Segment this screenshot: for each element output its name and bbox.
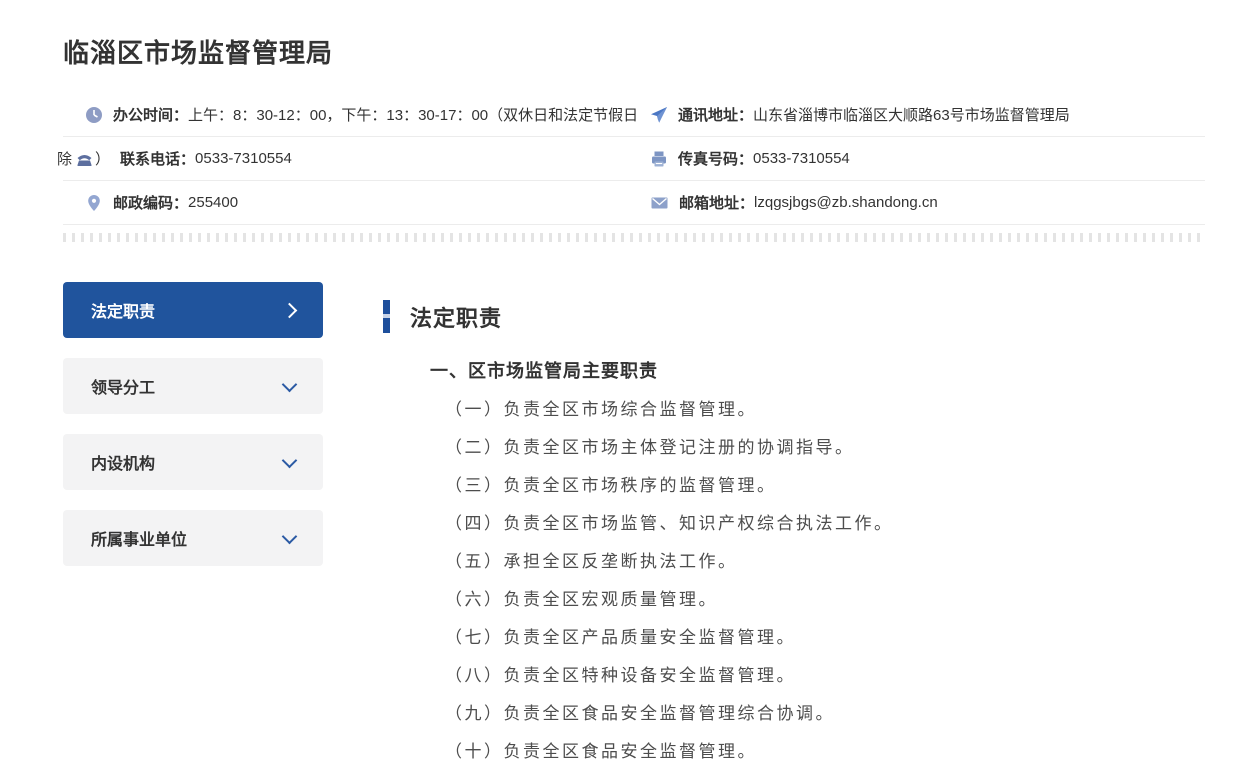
page-title: 临淄区市场监督管理局 <box>63 38 334 69</box>
chevron-down-icon <box>281 528 298 545</box>
phone-icon <box>75 150 94 168</box>
duty-item: （一）负责全区市场综合监督管理。 <box>445 399 757 419</box>
section-subtitle: 一、区市场监管局主要职责 <box>430 360 658 381</box>
duty-item: （七）负责全区产品质量安全监督管理。 <box>445 627 796 647</box>
contact-info-panel: 办公时间： 上午：8：30-12：00，下午：13：30-17：00（双休日和法… <box>57 93 1205 226</box>
sidebar-item-label: 法定职责 <box>91 304 156 322</box>
chevron-right-icon <box>281 302 298 319</box>
email-label: 邮箱地址： <box>679 195 755 213</box>
info-row-office-hours: 办公时间： 上午：8：30-12：00，下午：13：30-17：00（双休日和法… <box>63 93 650 138</box>
info-row-phone: 除 ） 联系电话： 0533-7310554 <box>57 137 650 182</box>
duty-item: （十）负责全区食品安全监督管理。 <box>445 741 757 761</box>
heading-accent-bar <box>383 300 390 334</box>
office-hours-overflow-text: 除 <box>57 151 73 169</box>
section-title: 法定职责 <box>410 305 503 331</box>
email-value: lzqgsjbgs@zb.shandong.cn <box>754 194 938 212</box>
info-row-postal-code: 邮政编码： 255400 <box>63 181 650 226</box>
chevron-down-icon <box>281 452 298 469</box>
info-row-fax: 传真号码： 0533-7310554 <box>650 137 1205 182</box>
address-value: 山东省淄博市临淄区大顺路63号市场监督管理局 <box>753 107 1070 125</box>
duty-item: （三）负责全区市场秩序的监督管理。 <box>445 475 777 495</box>
chevron-down-icon <box>281 376 298 393</box>
phone-value: 0533-7310554 <box>195 150 292 168</box>
postal-code-value: 255400 <box>188 194 239 212</box>
sidebar-item-label: 所属事业单位 <box>91 532 188 550</box>
location-pin-icon <box>85 194 103 212</box>
info-row-email: 邮箱地址： lzqgsjbgs@zb.shandong.cn <box>650 181 1205 226</box>
fax-value: 0533-7310554 <box>753 150 850 168</box>
duty-item: （四）负责全区市场监管、知识产权综合执法工作。 <box>445 513 894 533</box>
fax-icon <box>650 150 668 168</box>
duty-item: （五）承担全区反垄断执法工作。 <box>445 551 738 571</box>
duty-item: （八）负责全区特种设备安全监督管理。 <box>445 665 796 685</box>
sidebar-item-leadership[interactable]: 领导分工 <box>63 358 323 415</box>
sidebar-nav: 法定职责 领导分工 内设机构 所属事业单位 <box>63 282 323 771</box>
sidebar-item-legal-duties[interactable]: 法定职责 <box>63 282 323 339</box>
sidebar-item-internal-orgs[interactable]: 内设机构 <box>63 434 323 491</box>
duty-item: （九）负责全区食品安全监督管理综合协调。 <box>445 703 835 723</box>
mail-icon <box>650 194 669 212</box>
fax-label: 传真号码： <box>678 151 754 169</box>
send-icon <box>650 106 668 124</box>
main-content: 法定职责 一、区市场监管局主要职责 （一）负责全区市场综合监督管理。 （二）负责… <box>383 282 1205 771</box>
address-label: 通讯地址： <box>678 107 754 125</box>
postal-code-label: 邮政编码： <box>113 195 189 213</box>
sidebar-item-affiliated-units[interactable]: 所属事业单位 <box>63 510 323 567</box>
sidebar-item-label: 领导分工 <box>91 380 156 398</box>
tick-divider <box>63 233 1205 243</box>
duty-item: （六）负责全区宏观质量管理。 <box>445 589 718 609</box>
info-row-address: 通讯地址： 山东省淄博市临淄区大顺路63号市场监督管理局 <box>650 93 1205 138</box>
duties-list: （一）负责全区市场综合监督管理。 （二）负责全区市场主体登记注册的协调指导。 （… <box>445 391 1205 771</box>
duty-item: （二）负责全区市场主体登记注册的协调指导。 <box>445 437 855 457</box>
clock-icon <box>85 106 103 124</box>
sidebar-item-label: 内设机构 <box>91 456 156 474</box>
phone-label: 联系电话： <box>120 151 196 169</box>
office-hours-overflow-close: ） <box>95 151 111 169</box>
office-hours-label: 办公时间： <box>113 107 189 125</box>
office-hours-value: 上午：8：30-12：00，下午：13：30-17：00（双休日和法定节假日 <box>188 107 639 125</box>
